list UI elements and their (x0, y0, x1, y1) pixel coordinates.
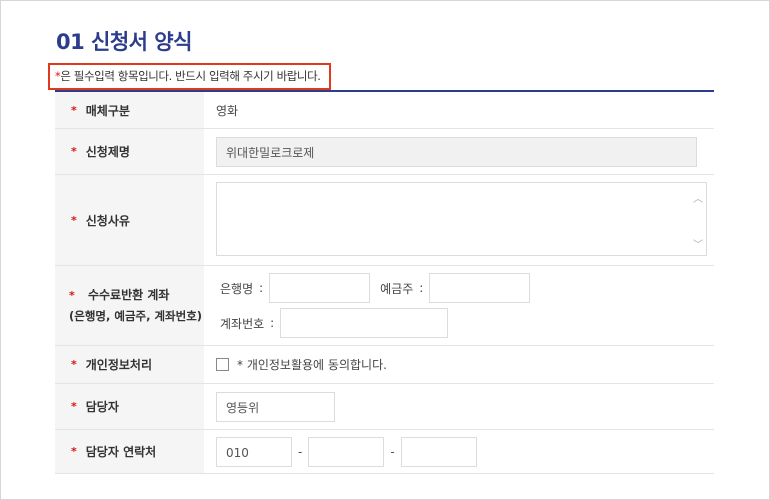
title-value-cell: 위대한밀로크로제 (204, 129, 714, 174)
privacy-value-cell: * 개인정보활용에 동의합니다. (204, 346, 714, 383)
privacy-agree-checkbox[interactable] (216, 358, 229, 371)
refund-label-line2: (은행명, 예금주, 계좌번호) (69, 309, 203, 323)
account-label: 계좌번호 (220, 316, 265, 331)
manager-input[interactable]: 영등위 (216, 391, 335, 422)
phone-sep-1: - (298, 444, 303, 459)
contact-label-text: 담당자 연락처 (85, 445, 157, 459)
required-mark: * (71, 213, 77, 227)
title-label: * 신청제명 (55, 129, 204, 174)
phone-part3-input[interactable] (400, 436, 477, 467)
scroll-up-icon[interactable]: ︿ (693, 190, 703, 205)
refund-label-line1: * 수수료반환 계좌 (69, 285, 169, 306)
manager-label: * 담당자 (55, 384, 204, 429)
media-type-value: 영화 (216, 103, 239, 118)
title-input-value: 위대한밀로크로제 (226, 145, 315, 160)
reason-textarea[interactable] (216, 181, 707, 256)
bank-label: 은행명 (220, 281, 254, 296)
phone-part2-input[interactable] (308, 436, 385, 467)
row-title: * 신청제명 위대한밀로크로제 (55, 129, 714, 175)
row-contact: * 담당자 연락처 010 - - (55, 430, 714, 474)
account-colon: : (270, 316, 275, 330)
reason-textarea-wrap: ︿ ﹀ (216, 181, 707, 259)
required-mark: * (71, 400, 77, 413)
contact-label: * 담당자 연락처 (55, 430, 204, 473)
required-mark: * (69, 289, 75, 302)
account-input[interactable] (280, 308, 449, 338)
reason-label-text: 신청사유 (85, 213, 130, 228)
refund-value-cell: 은행명 : 예금주 : 계좌번호 : (204, 266, 714, 345)
refund-row-1: 은행명 : 예금주 : (220, 273, 531, 303)
privacy-label-text: 개인정보처리 (85, 358, 153, 372)
row-manager: * 담당자 영등위 (55, 384, 714, 430)
phone-part1-input[interactable]: 010 (216, 436, 292, 467)
bank-colon: : (259, 281, 264, 295)
holder-input[interactable] (429, 273, 531, 303)
manager-label-text: 담당자 (85, 400, 119, 414)
reason-value-cell: ︿ ﹀ (204, 175, 714, 265)
bank-input[interactable] (269, 273, 371, 303)
refund-row-2: 계좌번호 : (220, 308, 449, 338)
refund-label-text: 수수료반환 계좌 (87, 288, 170, 302)
required-mark: * (71, 103, 77, 117)
required-mark: * (71, 358, 77, 371)
required-mark: * (71, 445, 77, 458)
page-title: 01 신청서 양식 (56, 30, 192, 54)
reason-label: * 신청사유 (55, 175, 204, 265)
title-input[interactable]: 위대한밀로크로제 (216, 136, 697, 167)
title-label-text: 신청제명 (85, 145, 130, 159)
required-notice: *은 필수입력 항목입니다. 반드시 입력해 주시기 바랍니다. (48, 63, 331, 90)
manager-value-cell: 영등위 (204, 384, 714, 429)
phone-sep-2: - (390, 444, 395, 459)
notice-text: 은 필수입력 항목입니다. 반드시 입력해 주시기 바랍니다. (60, 69, 321, 83)
row-refund-account: * 수수료반환 계좌 (은행명, 예금주, 계좌번호) 은행명 : 예금주 : … (55, 266, 714, 346)
phone-part1-value: 010 (226, 445, 249, 460)
privacy-agree-text: * 개인정보활용에 동의합니다. (237, 358, 387, 372)
media-type-label-text: 매체구분 (85, 103, 130, 118)
privacy-label: * 개인정보처리 (55, 346, 204, 383)
contact-value-cell: 010 - - (204, 430, 714, 473)
manager-input-value: 영등위 (226, 400, 260, 415)
holder-colon: : (419, 281, 424, 295)
required-mark: * (71, 145, 77, 158)
row-reason: * 신청사유 ︿ ﹀ (55, 175, 714, 266)
row-media-type: * 매체구분 영화 (55, 92, 714, 129)
media-type-label: * 매체구분 (55, 92, 204, 128)
row-privacy: * 개인정보처리 * 개인정보활용에 동의합니다. (55, 346, 714, 384)
refund-label: * 수수료반환 계좌 (은행명, 예금주, 계좌번호) (55, 266, 204, 345)
holder-label: 예금주 (380, 281, 414, 296)
scroll-down-icon[interactable]: ﹀ (693, 236, 703, 251)
application-form: * 매체구분 영화 * 신청제명 위대한밀로크로제 * 신청사유 ︿ ﹀ * 수… (55, 92, 714, 474)
